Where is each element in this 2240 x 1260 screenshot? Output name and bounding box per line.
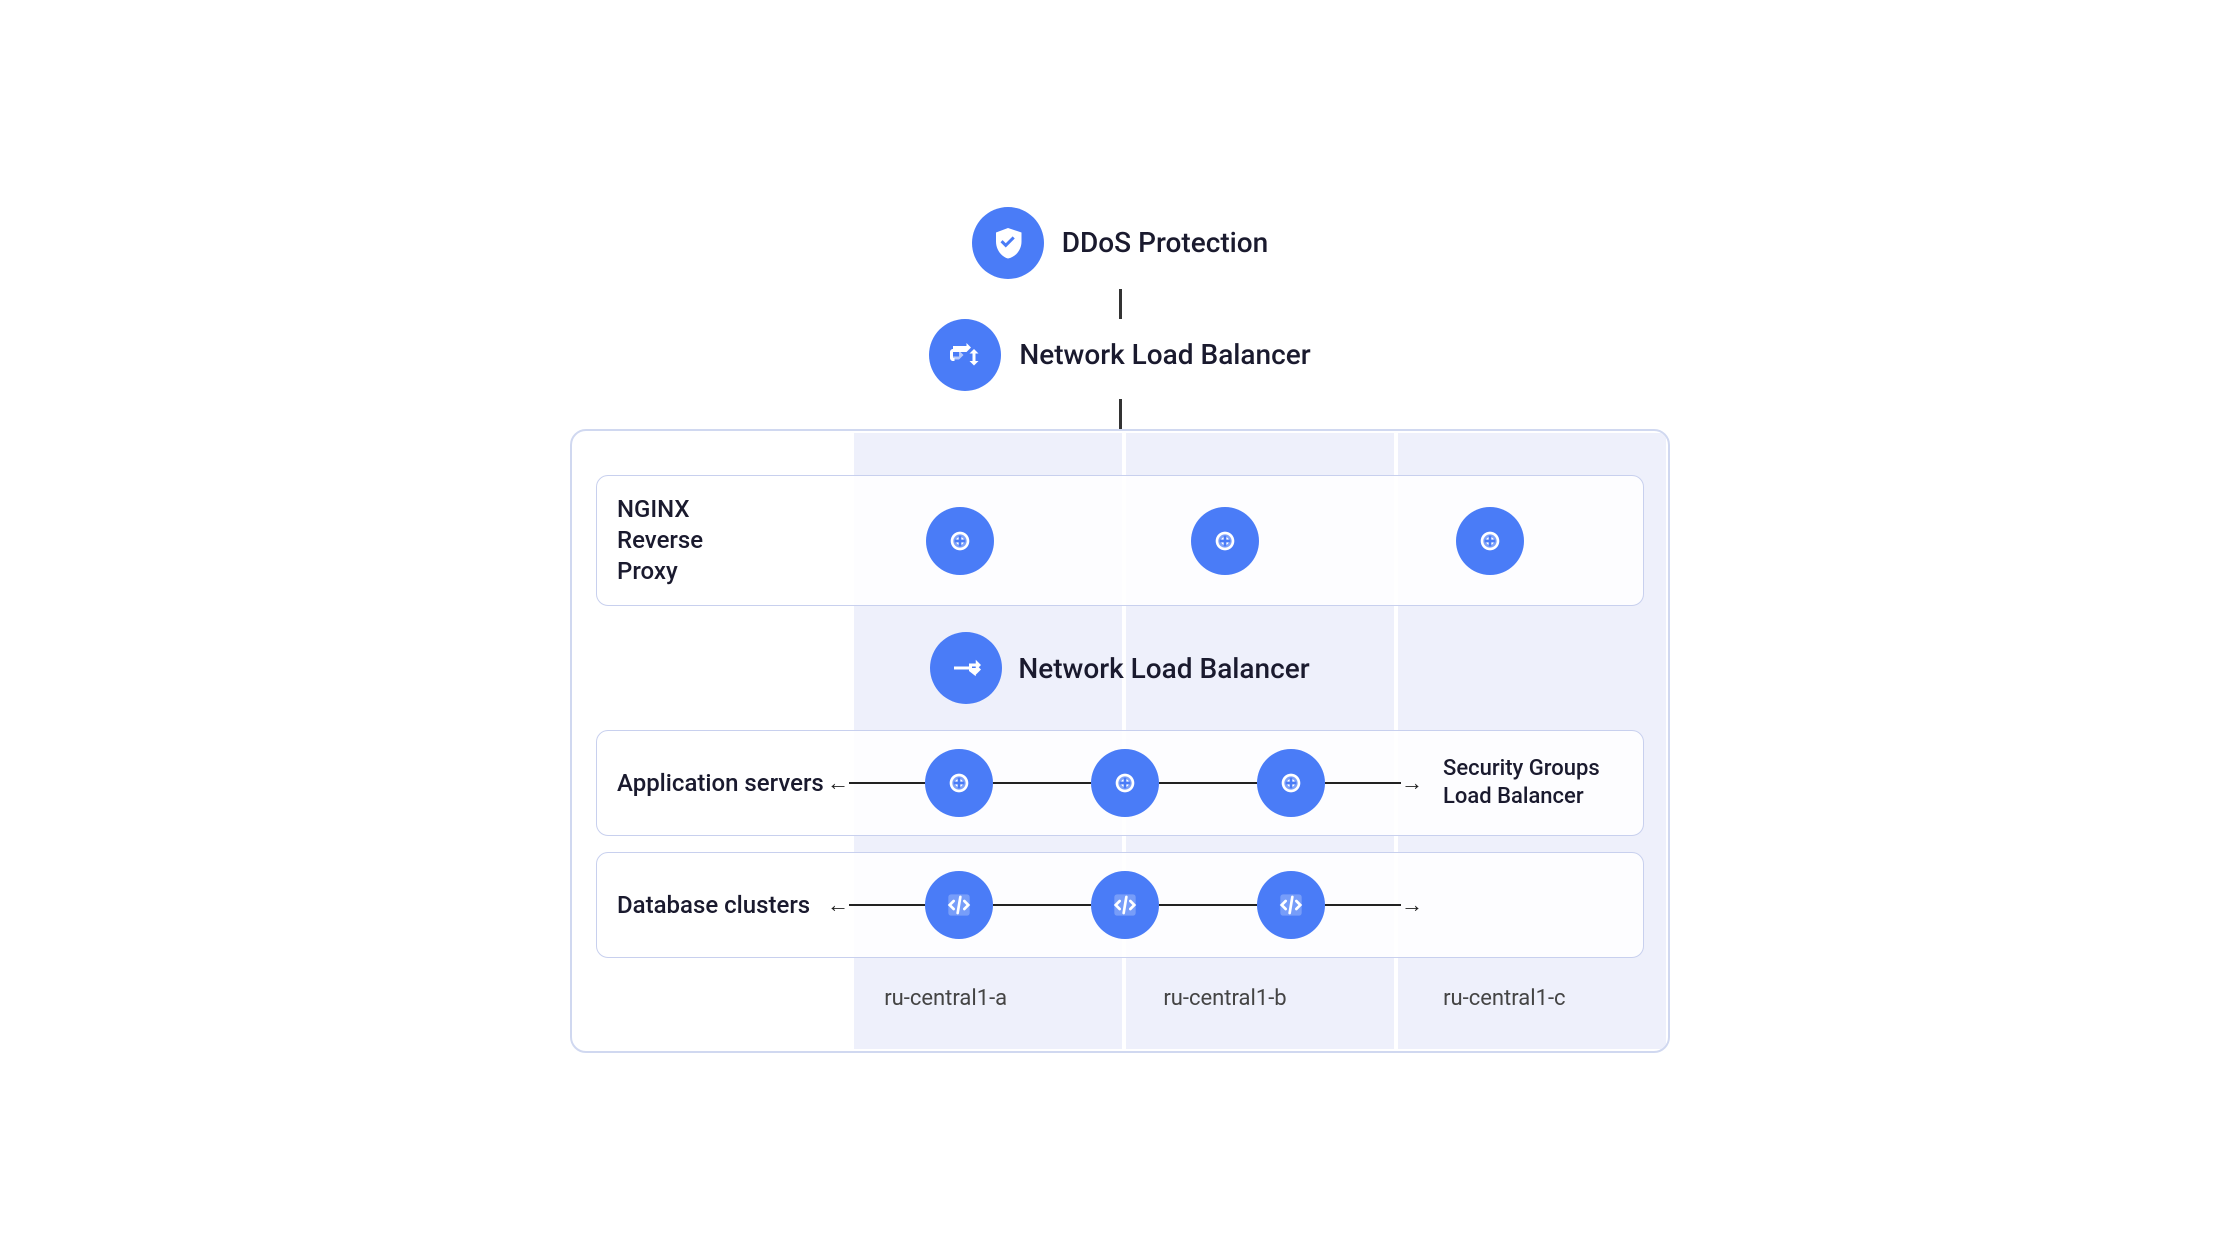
ddos-row: DDoS Protection <box>972 207 1269 279</box>
v-line-2 <box>1119 399 1122 429</box>
ddos-icon-circle <box>972 207 1044 279</box>
db-h-line-right <box>1325 904 1401 906</box>
app-icon-b <box>1091 749 1159 817</box>
app-server-icons: ← <box>827 749 1423 817</box>
nlb-top-label: Network Load Balancer <box>1019 338 1310 371</box>
app-icon-c <box>1257 749 1325 817</box>
db-right-arrow: → <box>1325 892 1423 918</box>
arrow-right-symbol: → <box>1401 770 1423 796</box>
db-icon-c <box>1257 871 1325 939</box>
db-arrow-right-symbol: → <box>1401 892 1423 918</box>
db-clusters-row-box: Database clusters ← <box>596 852 1644 958</box>
nlb-top-row: Network Load Balancer <box>929 319 1310 391</box>
app-node-icon-b <box>1109 767 1141 799</box>
inner-nlb-icon <box>930 632 1002 704</box>
nginx-node-icon-c <box>1474 525 1506 557</box>
db-h-line-mid1 <box>993 904 1091 906</box>
h-line-mid2 <box>1159 782 1257 784</box>
vpc-area: VPC Network NGINX Reverse Proxy <box>570 429 1670 1054</box>
db-node-icon-c <box>1275 889 1307 921</box>
zone-label-b: ru-central1-b <box>1085 986 1364 1011</box>
v-line-1 <box>1119 289 1122 319</box>
security-groups-label: Security Groups Load Balancer <box>1423 755 1623 812</box>
db-h-line-left <box>849 904 925 906</box>
db-arrow-left-symbol: ← <box>827 892 849 918</box>
inner-nlb-svg <box>948 650 984 686</box>
inner-nlb-label: Network Load Balancer <box>1018 652 1309 685</box>
zone-label-a: ru-central1-a <box>806 986 1085 1011</box>
ddos-label: DDoS Protection <box>1062 226 1269 259</box>
h-line-left <box>849 782 925 784</box>
db-icon-b <box>1091 871 1159 939</box>
db-icon-a <box>925 871 993 939</box>
db-node-icon-a <box>943 889 975 921</box>
arrow-left-symbol: ← <box>827 770 849 796</box>
diagram-container: DDoS Protection Network Load Balancer VP… <box>420 207 1820 1054</box>
nginx-icon-b <box>1191 507 1259 575</box>
zone-label-c: ru-central1-c <box>1365 986 1644 1011</box>
shield-check-icon <box>990 225 1026 261</box>
nginx-icon-c <box>1456 507 1524 575</box>
vpc-inner: NGINX Reverse Proxy <box>596 455 1644 1012</box>
app-right-arrow: → <box>1325 770 1423 796</box>
app-node-icon-a <box>943 767 975 799</box>
db-h-line-mid2 <box>1159 904 1257 906</box>
inner-nlb-row: Network Load Balancer <box>596 622 1644 714</box>
app-node-icon-c <box>1275 767 1307 799</box>
app-servers-label: Application servers <box>617 768 827 799</box>
nginx-node-icon-b <box>1209 525 1241 557</box>
db-left-arrow: ← <box>827 892 925 918</box>
ddos-section: DDoS Protection <box>972 207 1269 279</box>
nginx-row-box: NGINX Reverse Proxy <box>596 475 1644 607</box>
load-balancer-icon <box>947 337 983 373</box>
app-icon-a <box>925 749 993 817</box>
nginx-label: NGINX Reverse Proxy <box>617 494 827 588</box>
nginx-icon-a <box>926 507 994 575</box>
nginx-icons <box>827 507 1623 575</box>
nginx-node-icon-a <box>944 525 976 557</box>
db-node-icon-b <box>1109 889 1141 921</box>
h-line-mid1 <box>993 782 1091 784</box>
zone-labels: ru-central1-a ru-central1-b ru-central1-… <box>806 986 1644 1011</box>
app-left-arrow: ← <box>827 770 925 796</box>
db-clusters-label: Database clusters <box>617 890 827 921</box>
db-icons: ← <box>827 871 1423 939</box>
app-servers-row-box: Application servers ← <box>596 730 1644 836</box>
h-line-right <box>1325 782 1401 784</box>
nlb-top-icon-circle <box>929 319 1001 391</box>
